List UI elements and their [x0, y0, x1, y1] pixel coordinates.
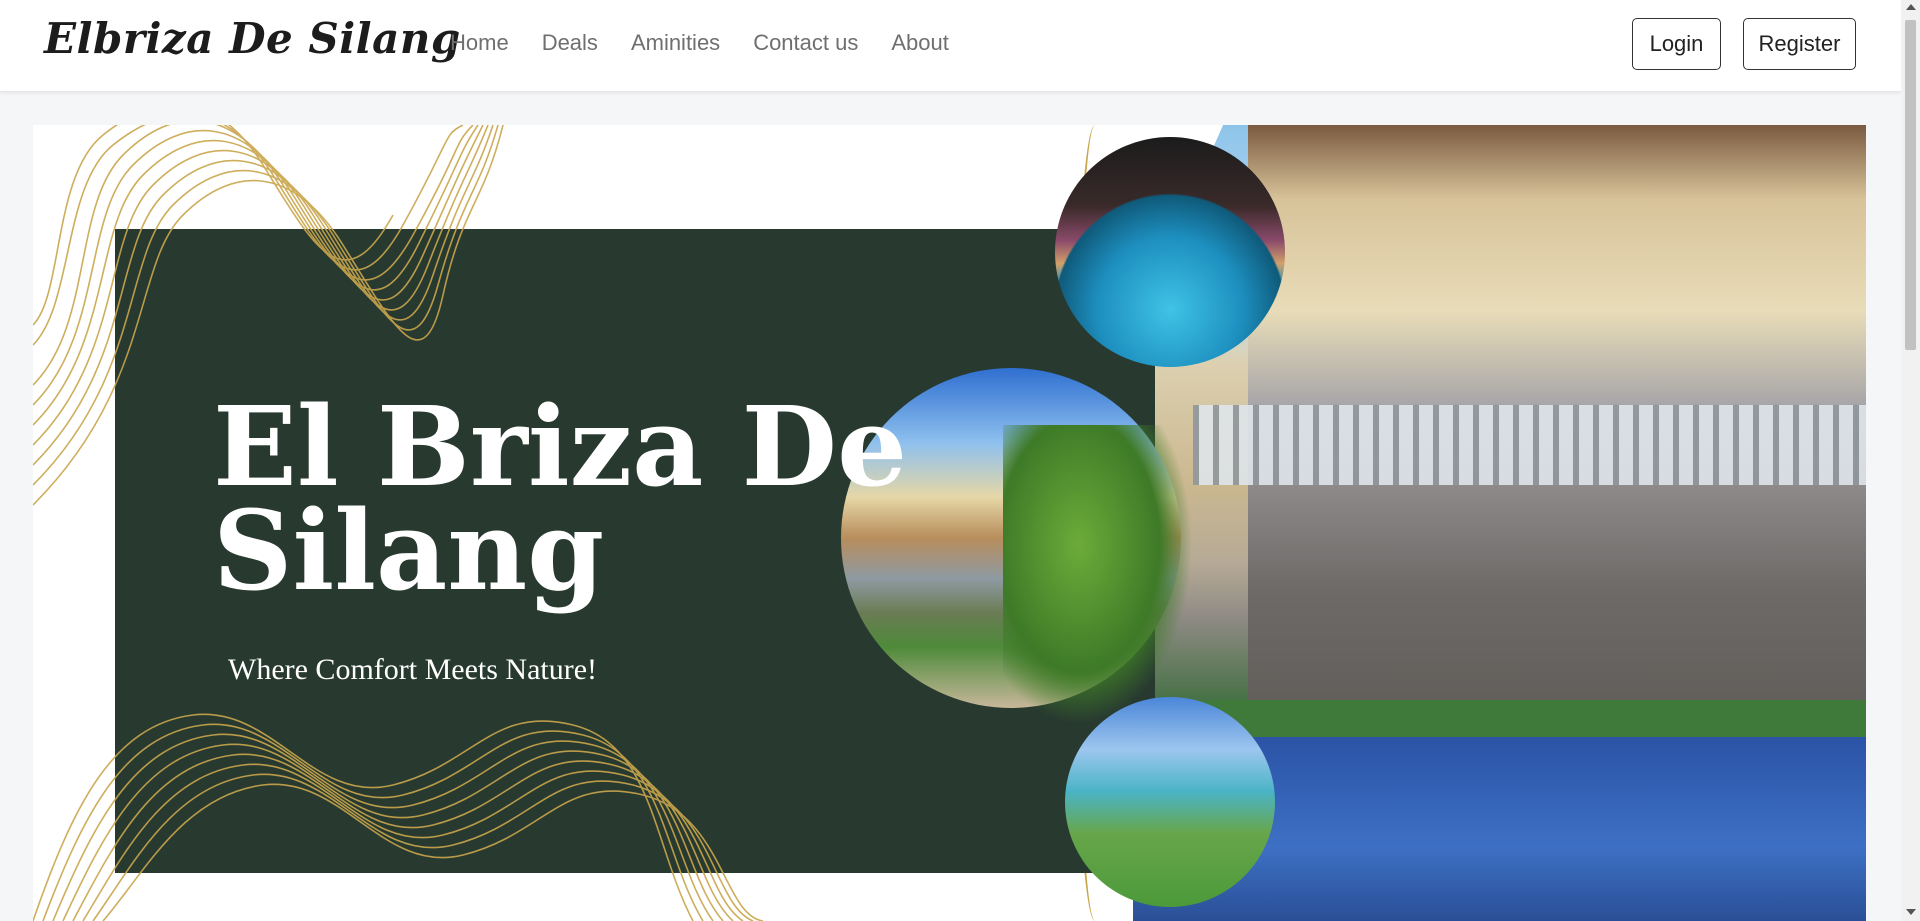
banana-plant-overlay — [1003, 425, 1193, 725]
scroll-down-arrow-icon[interactable] — [1906, 909, 1916, 915]
register-button[interactable]: Register — [1743, 18, 1856, 70]
nav-link-home[interactable]: Home — [450, 30, 509, 56]
hero-tagline: Where Comfort Meets Nature! — [228, 653, 598, 686]
brand-logo[interactable]: Elbriza De Silang — [44, 14, 461, 63]
scrollbar-thumb[interactable] — [1905, 20, 1916, 350]
scroll-up-arrow-icon[interactable] — [1906, 4, 1916, 10]
nav-link-aminities[interactable]: Aminities — [631, 30, 720, 56]
hero-banner: El Briza De Silang Where Comfort Meets N… — [33, 125, 1866, 921]
login-button[interactable]: Login — [1632, 18, 1721, 70]
nav-links: Home Deals Aminities Contact us About — [450, 30, 982, 56]
nav-link-deals[interactable]: Deals — [542, 30, 598, 56]
hero-title: El Briza De Silang — [213, 382, 908, 615]
nav-link-contact[interactable]: Contact us — [753, 30, 858, 56]
navbar: Elbriza De Silang Home Deals Aminities C… — [0, 0, 1901, 92]
vertical-scrollbar[interactable] — [1901, 0, 1920, 921]
night-pool-circle-photo — [1055, 137, 1285, 367]
garden-pool-circle-photo — [1065, 697, 1275, 907]
nav-link-about[interactable]: About — [891, 30, 949, 56]
